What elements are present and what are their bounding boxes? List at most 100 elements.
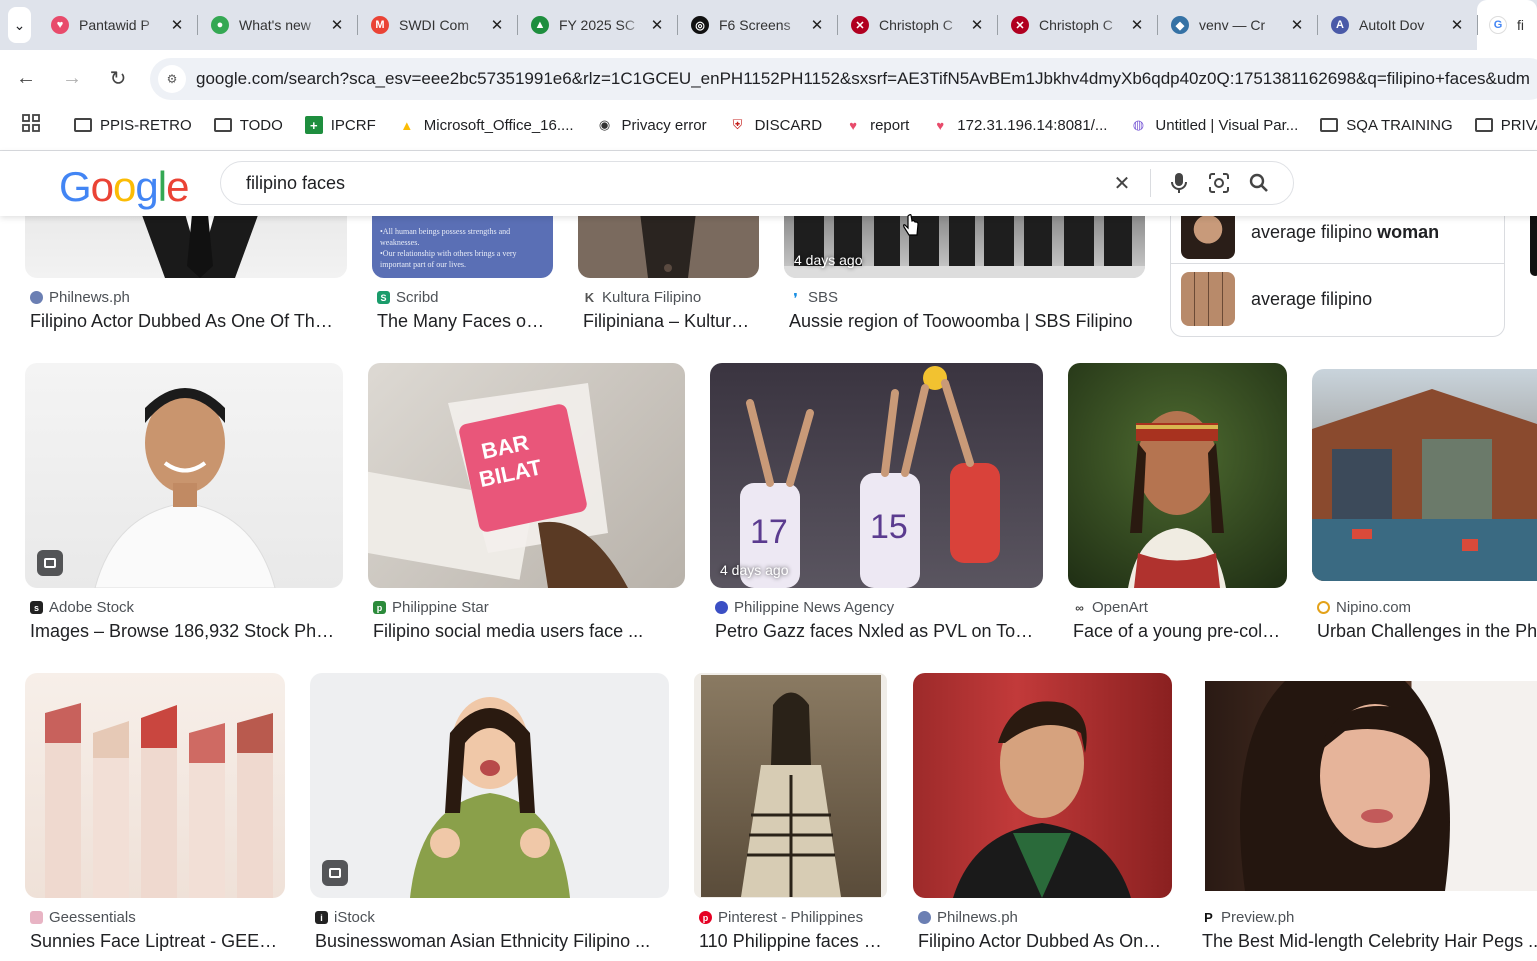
browser-tab-active[interactable]: Gfi — [1477, 0, 1537, 50]
browser-tab[interactable]: ◆ venv — Cr ✕ — [1157, 0, 1317, 50]
result-image[interactable]: 17 15 4 days ago — [710, 363, 1043, 588]
related-divider — [1171, 263, 1504, 264]
result-title[interactable]: Businesswoman Asian Ethnicity Filipino .… — [315, 931, 665, 952]
bookmark-item[interactable]: PPIS-RETRO — [74, 116, 192, 134]
result-image[interactable]: •All human beings possess strengths and … — [372, 216, 553, 278]
bookmark-item[interactable]: TODO — [213, 116, 283, 134]
result-image[interactable] — [25, 673, 285, 898]
close-tab-icon[interactable]: ✕ — [649, 16, 665, 34]
close-tab-icon[interactable]: ✕ — [809, 16, 825, 34]
kultura-icon: K — [584, 290, 595, 305]
result-source[interactable]: S Scribd — [377, 289, 439, 306]
result-image[interactable] — [310, 673, 669, 898]
site-info-icon[interactable]: ⚙ — [158, 65, 186, 93]
search-input[interactable]: filipino faces — [246, 173, 1102, 194]
result-image[interactable]: 4 days ago — [784, 216, 1145, 278]
close-tab-icon[interactable]: ✕ — [169, 16, 185, 34]
close-tab-icon[interactable]: ✕ — [489, 16, 505, 34]
related-search-item[interactable]: average filipino woman — [1181, 216, 1439, 259]
bookmark-item[interactable]: ▲ Microsoft_Office_16.... — [398, 116, 573, 134]
result-source[interactable]: K Kultura Filipino — [583, 289, 701, 306]
bookmark-item[interactable]: ♥ 172.31.196.14:8081/... — [931, 116, 1107, 134]
browser-tab[interactable]: ✕ Christoph C ✕ — [997, 0, 1157, 50]
result-image[interactable] — [694, 673, 887, 898]
close-tab-icon[interactable]: ✕ — [329, 16, 345, 34]
result-source[interactable]: ❜ SBS — [789, 289, 838, 306]
result-source[interactable]: P Preview.ph — [1202, 909, 1294, 926]
result-image[interactable]: BAR BILAT — [368, 363, 685, 588]
voice-search-button[interactable] — [1159, 163, 1199, 203]
result-source[interactable]: i iStock — [315, 909, 375, 926]
tab-title: SWDI Com — [399, 17, 469, 33]
result-image[interactable] — [25, 216, 347, 278]
bookmark-item[interactable]: + IPCRF — [304, 116, 376, 134]
result-source[interactable]: Nipino.com — [1317, 599, 1411, 616]
result-title[interactable]: Filipino Actor Dubbed As One Of Th… — [30, 311, 340, 332]
reload-button[interactable]: ↻ — [98, 58, 138, 98]
result-title[interactable]: Filipiniana – Kultur… — [583, 311, 759, 332]
result-image[interactable] — [1197, 673, 1537, 898]
search-button[interactable] — [1239, 163, 1279, 203]
bookmark-item[interactable]: ⛨ DISCARD — [729, 116, 823, 134]
result-source[interactable]: Philnews.ph — [918, 909, 1018, 926]
bookmark-item[interactable]: ◉ Privacy error — [596, 116, 707, 134]
bookmark-label: DISCARD — [754, 116, 823, 134]
lens-search-button[interactable] — [1199, 163, 1239, 203]
result-title[interactable]: Aussie region of Toowoomba | SBS Filipin… — [789, 311, 1149, 332]
bookmark-item[interactable]: SQA TRAINING — [1320, 116, 1453, 134]
result-title[interactable]: The Many Faces o… — [377, 311, 553, 332]
tab-title: fi — [1517, 17, 1524, 33]
browser-tab[interactable]: ◎ F6 Screens ✕ — [677, 0, 837, 50]
result-image[interactable] — [578, 216, 759, 278]
close-tab-icon[interactable]: ✕ — [1289, 16, 1305, 34]
tab-favicon-icon: M — [371, 16, 389, 34]
result-title[interactable]: Urban Challenges in the Ph — [1317, 621, 1537, 642]
philstar-icon: p — [373, 601, 386, 614]
browser-tab[interactable]: ✕ Christoph C ✕ — [837, 0, 997, 50]
result-image[interactable] — [1312, 369, 1537, 581]
source-name: Kultura Filipino — [602, 289, 702, 306]
close-tab-icon[interactable]: ✕ — [1449, 16, 1465, 34]
search-box[interactable]: filipino faces ✕ — [220, 161, 1294, 205]
result-source[interactable]: Philnews.ph — [30, 289, 130, 306]
openart-icon: ∞ — [1075, 600, 1084, 615]
result-source[interactable]: ∞ OpenArt — [1073, 599, 1148, 616]
result-title[interactable]: Face of a young pre-col… — [1073, 621, 1287, 642]
close-tab-icon[interactable]: ✕ — [969, 16, 985, 34]
result-title[interactable]: The Best Mid-length Celebrity Hair Pegs … — [1202, 931, 1537, 952]
result-image[interactable] — [1068, 363, 1287, 588]
result-title[interactable]: Petro Gazz faces Nxled as PVL on To… — [715, 621, 1041, 642]
google-logo[interactable]: Google — [59, 163, 189, 211]
result-source[interactable]: s Adobe Stock — [30, 599, 134, 616]
bookmark-item[interactable]: PRIVATE — [1474, 116, 1537, 134]
address-bar[interactable]: ⚙ google.com/search?sca_esv=eee2bc573519… — [150, 58, 1537, 100]
pinterest-icon: p — [699, 911, 712, 924]
result-source[interactable]: Geessentials — [30, 909, 136, 926]
browser-tab[interactable]: ▲ FY 2025 SC ✕ — [517, 0, 677, 50]
browser-tab[interactable]: ● What's new ✕ — [197, 0, 357, 50]
tab-title: F6 Screens — [719, 17, 791, 33]
browser-tab[interactable]: A AutoIt Dov ✕ — [1317, 0, 1477, 50]
related-search-item[interactable]: average filipino — [1181, 272, 1372, 326]
tab-search-button[interactable]: ⌄ — [8, 7, 31, 43]
result-title[interactable]: Images – Browse 186,932 Stock Ph… — [30, 621, 340, 642]
close-tab-icon[interactable]: ✕ — [1129, 16, 1145, 34]
result-image[interactable] — [25, 363, 343, 588]
result-title[interactable]: 110 Philippine faces … — [699, 931, 887, 952]
bookmark-item[interactable]: ◍ Untitled | Visual Par... — [1129, 116, 1299, 134]
related-bold: woman — [1377, 221, 1440, 242]
browser-tab[interactable]: M SWDI Com ✕ — [357, 0, 517, 50]
result-title[interactable]: Filipino Actor Dubbed As On… — [918, 931, 1168, 952]
apps-grid-icon[interactable] — [22, 113, 40, 137]
forward-button[interactable]: → — [52, 58, 92, 98]
result-source[interactable]: Philippine News Agency — [715, 599, 894, 616]
result-image[interactable] — [913, 673, 1172, 898]
browser-tab[interactable]: ♥ Pantawid P ✕ — [37, 0, 197, 50]
result-source[interactable]: p Philippine Star — [373, 599, 489, 616]
bookmark-item[interactable]: ♥ report — [844, 116, 909, 134]
result-source[interactable]: p Pinterest - Philippines — [699, 909, 863, 926]
result-title[interactable]: Filipino social media users face ... — [373, 621, 683, 642]
clear-button[interactable]: ✕ — [1102, 163, 1142, 203]
result-title[interactable]: Sunnies Face Liptreat - GEE… — [30, 931, 280, 952]
back-button[interactable]: ← — [6, 58, 46, 98]
